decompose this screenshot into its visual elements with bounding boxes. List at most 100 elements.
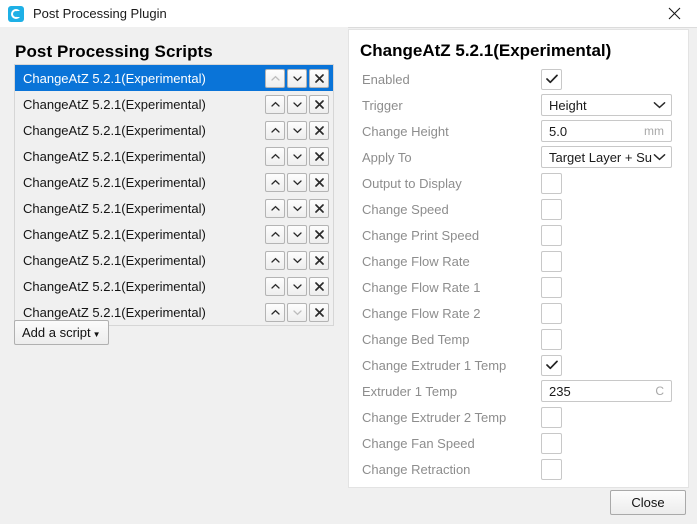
- chevron-down-icon: [292, 179, 302, 185]
- chevron-up-icon: [270, 127, 280, 133]
- remove-script-button[interactable]: [309, 68, 329, 88]
- script-list-item-label: ChangeAtZ 5.2.1(Experimental): [23, 122, 206, 138]
- script-row-buttons: [265, 198, 333, 218]
- move-script-down-button[interactable]: [287, 224, 307, 244]
- script-settings-title: ChangeAtZ 5.2.1(Experimental): [360, 41, 612, 60]
- setting-dropdown[interactable]: Target Layer + Su…: [541, 146, 672, 168]
- remove-script-button[interactable]: [309, 198, 329, 218]
- chevron-down-icon: [653, 153, 666, 161]
- setting-checkbox[interactable]: [541, 198, 562, 220]
- move-script-down-button[interactable]: [287, 198, 307, 218]
- setting-checkbox[interactable]: [541, 276, 562, 298]
- move-script-up-button[interactable]: [265, 302, 285, 322]
- script-list-item[interactable]: ChangeAtZ 5.2.1(Experimental): [15, 65, 333, 91]
- setting-checkbox[interactable]: [541, 172, 562, 194]
- setting-control: 235 C: [541, 380, 672, 402]
- move-script-up-button[interactable]: [265, 224, 285, 244]
- setting-text-input[interactable]: 5.0 mm: [541, 120, 672, 142]
- setting-text-input[interactable]: 235 C: [541, 380, 672, 402]
- setting-row: Change Speed: [349, 196, 688, 222]
- chevron-up-icon: [270, 231, 280, 237]
- setting-label: Extruder 1 Temp: [362, 383, 458, 399]
- setting-control: [541, 250, 562, 272]
- setting-checkbox[interactable]: [541, 250, 562, 272]
- chevron-up-icon: [270, 75, 280, 81]
- move-script-up-button[interactable]: [265, 120, 285, 140]
- move-script-up-button[interactable]: [265, 276, 285, 296]
- remove-script-button[interactable]: [309, 250, 329, 270]
- setting-control: 5.0 mm: [541, 120, 672, 142]
- setting-row: Change Print Speed: [349, 222, 688, 248]
- script-list-item[interactable]: ChangeAtZ 5.2.1(Experimental): [15, 91, 333, 117]
- move-script-up-button[interactable]: [265, 172, 285, 192]
- setting-row: Change Retraction: [349, 456, 688, 482]
- close-x-icon: [314, 307, 324, 317]
- setting-dropdown[interactable]: Height: [541, 94, 672, 116]
- setting-checkbox[interactable]: [541, 432, 562, 454]
- script-row-buttons: [265, 302, 333, 322]
- script-list-item[interactable]: ChangeAtZ 5.2.1(Experimental): [15, 273, 333, 299]
- remove-script-button[interactable]: [309, 224, 329, 244]
- checkmark-icon: [545, 74, 558, 84]
- move-script-up-button[interactable]: [265, 94, 285, 114]
- chevron-down-icon: [292, 75, 302, 81]
- setting-label: Change Extruder 1 Temp: [362, 357, 507, 373]
- remove-script-button[interactable]: [309, 120, 329, 140]
- move-script-down-button[interactable]: [287, 146, 307, 166]
- add-script-label: Add a script: [22, 325, 91, 340]
- script-list-item-label: ChangeAtZ 5.2.1(Experimental): [23, 174, 206, 190]
- remove-script-button[interactable]: [309, 146, 329, 166]
- setting-label: Change Bed Temp: [362, 331, 470, 347]
- setting-row: Change Flow Rate 1: [349, 274, 688, 300]
- setting-checkbox[interactable]: [541, 406, 562, 428]
- close-button[interactable]: Close: [610, 490, 686, 515]
- move-script-down-button[interactable]: [287, 94, 307, 114]
- setting-checkbox[interactable]: [541, 224, 562, 246]
- move-script-down-button[interactable]: [287, 172, 307, 192]
- remove-script-button[interactable]: [309, 302, 329, 322]
- script-list-item[interactable]: ChangeAtZ 5.2.1(Experimental): [15, 143, 333, 169]
- setting-control: [541, 458, 562, 480]
- add-a-script-button[interactable]: Add a script ▼: [14, 320, 109, 345]
- chevron-up-icon: [270, 309, 280, 315]
- setting-checkbox[interactable]: [541, 458, 562, 480]
- setting-checkbox[interactable]: [541, 354, 562, 376]
- setting-row: Change Extruder 1 Temp: [349, 352, 688, 378]
- cura-logo-icon: [8, 5, 24, 22]
- remove-script-button[interactable]: [309, 172, 329, 192]
- script-list-item[interactable]: ChangeAtZ 5.2.1(Experimental): [15, 169, 333, 195]
- setting-row: Enabled: [349, 66, 688, 92]
- script-row-buttons: [265, 68, 333, 88]
- move-script-down-button[interactable]: [287, 250, 307, 270]
- close-button-label: Close: [631, 495, 665, 510]
- caret-down-icon: ▼: [92, 329, 101, 339]
- script-list-item[interactable]: ChangeAtZ 5.2.1(Experimental): [15, 117, 333, 143]
- script-list-item[interactable]: ChangeAtZ 5.2.1(Experimental): [15, 221, 333, 247]
- move-script-up-button[interactable]: [265, 250, 285, 270]
- script-row-buttons: [265, 250, 333, 270]
- move-script-up-button[interactable]: [265, 198, 285, 218]
- setting-control: Height: [541, 94, 672, 116]
- setting-label: Change Flow Rate 1: [362, 279, 481, 295]
- close-x-icon: [314, 203, 324, 213]
- move-script-down-button[interactable]: [287, 276, 307, 296]
- window-close-button[interactable]: [651, 0, 697, 27]
- setting-label: Change Height: [362, 123, 449, 139]
- close-x-icon: [314, 151, 324, 161]
- script-list-item[interactable]: ChangeAtZ 5.2.1(Experimental): [15, 247, 333, 273]
- script-list[interactable]: ChangeAtZ 5.2.1(Experimental) ChangeAtZ 5…: [14, 64, 334, 326]
- remove-script-button[interactable]: [309, 94, 329, 114]
- move-script-up-button[interactable]: [265, 146, 285, 166]
- script-list-item[interactable]: ChangeAtZ 5.2.1(Experimental): [15, 195, 333, 221]
- setting-checkbox[interactable]: [541, 302, 562, 324]
- setting-checkbox[interactable]: [541, 68, 562, 90]
- chevron-up-icon: [270, 205, 280, 211]
- remove-script-button[interactable]: [309, 276, 329, 296]
- move-script-down-button[interactable]: [287, 120, 307, 140]
- setting-checkbox[interactable]: [541, 328, 562, 350]
- chevron-down-icon: [292, 309, 302, 315]
- scripts-pane: Post Processing Scripts ChangeAtZ 5.2.1(…: [0, 27, 348, 524]
- setting-row: Trigger Height: [349, 92, 688, 118]
- chevron-up-icon: [270, 257, 280, 263]
- move-script-down-button[interactable]: [287, 68, 307, 88]
